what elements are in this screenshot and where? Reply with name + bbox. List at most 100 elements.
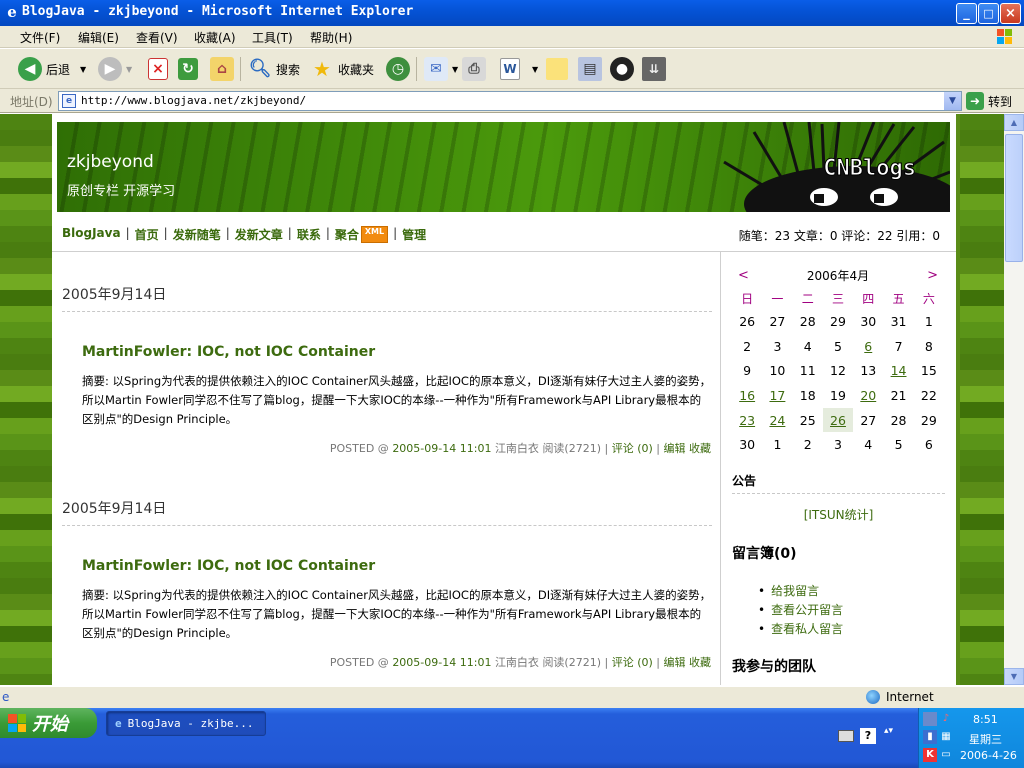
menu-edit[interactable]: 编辑(E) bbox=[78, 29, 119, 46]
start-button[interactable]: 开始 bbox=[0, 708, 97, 738]
address-url[interactable]: http://www.blogjava.net/zkjbeyond/ bbox=[81, 94, 306, 107]
divider bbox=[62, 525, 712, 526]
battery-icon[interactable]: ▮ bbox=[923, 730, 937, 744]
research-button[interactable]: ▤ bbox=[578, 55, 602, 83]
calendar-day: 12 bbox=[830, 363, 846, 379]
forward-button[interactable]: ▶ ▼ bbox=[98, 55, 132, 83]
menu-help[interactable]: 帮助(H) bbox=[310, 29, 352, 46]
background-tile bbox=[32, 274, 48, 290]
discuss-button[interactable] bbox=[546, 55, 568, 83]
menu-favorites[interactable]: 收藏(A) bbox=[194, 29, 236, 46]
post-title[interactable]: MartinFowler: IOC, not IOC Container bbox=[82, 558, 375, 574]
search-button[interactable]: 🔍︎ 搜索 bbox=[248, 55, 300, 83]
calendar-day-link[interactable]: 20 bbox=[853, 383, 883, 408]
nav-admin[interactable]: 管理 bbox=[402, 226, 426, 243]
background-tile bbox=[0, 466, 16, 482]
post-comments-link[interactable]: 评论 (0) bbox=[612, 442, 653, 455]
guestbook-public[interactable]: 查看公开留言 bbox=[758, 601, 843, 618]
monitor-icon[interactable]: ▭ bbox=[939, 748, 953, 762]
history-button[interactable]: ◷ bbox=[386, 55, 410, 83]
edit-word-button[interactable]: W ▼ bbox=[500, 55, 538, 83]
mail-button[interactable]: ✉ ▼ bbox=[424, 55, 458, 83]
background-tile bbox=[992, 162, 1004, 178]
xml-badge[interactable]: XML bbox=[360, 226, 389, 243]
grid-icon[interactable]: ▦ bbox=[939, 730, 953, 744]
help-icon[interactable]: ? bbox=[860, 728, 876, 744]
post-time-link[interactable]: 2005-09-14 11:01 bbox=[392, 442, 491, 455]
calendar-day-today[interactable]: 26 bbox=[822, 407, 854, 433]
page-viewport[interactable]: zkjbeyond 原创专栏 开源学习 CNBlogs BlogJava | 首页… bbox=[0, 114, 1004, 685]
network-icon[interactable] bbox=[923, 712, 937, 726]
background-tile bbox=[960, 274, 976, 290]
background-tile bbox=[960, 546, 976, 562]
background-tile bbox=[976, 130, 992, 146]
calendar-day-link[interactable]: 23 bbox=[732, 408, 762, 433]
calendar-day-link[interactable]: 14 bbox=[883, 358, 913, 383]
print-button[interactable]: ⎙ bbox=[462, 55, 486, 83]
divider bbox=[62, 311, 712, 312]
tray-expand-icon[interactable]: ▴▾ bbox=[884, 726, 893, 736]
messenger-button[interactable]: ● bbox=[610, 55, 634, 83]
post-title[interactable]: MartinFowler: IOC, not IOC Container bbox=[82, 344, 375, 360]
menu-file[interactable]: 文件(F) bbox=[20, 29, 60, 46]
scroll-thumb[interactable] bbox=[1005, 134, 1023, 262]
vertical-scrollbar[interactable]: ▲ ▼ bbox=[1004, 114, 1024, 685]
extra-button[interactable]: ⇊ bbox=[642, 55, 666, 83]
window-title-bar[interactable]: e BlogJava - zkjbeyond - Microsoft Inter… bbox=[0, 0, 1024, 26]
calendar-day-link[interactable]: 24 bbox=[762, 408, 792, 433]
stop-button[interactable]: × bbox=[148, 55, 168, 83]
background-tile bbox=[0, 210, 16, 226]
post-fav-link[interactable]: 收藏 bbox=[689, 442, 711, 455]
nav-blogjava[interactable]: BlogJava bbox=[62, 226, 121, 243]
taskbar-task-ie[interactable]: e BlogJava - zkjbe... bbox=[106, 711, 266, 736]
guestbook-private[interactable]: 查看私人留言 bbox=[758, 620, 843, 637]
background-tile bbox=[16, 514, 32, 530]
go-button[interactable]: ➜ 转到 bbox=[966, 91, 1012, 111]
refresh-button[interactable]: ↻ bbox=[178, 55, 198, 83]
calendar-weekday: 二 bbox=[801, 291, 814, 306]
keyboard-icon[interactable] bbox=[838, 730, 854, 742]
nav-home[interactable]: 首页 bbox=[135, 226, 159, 243]
background-tile bbox=[0, 658, 16, 674]
calendar-next-link[interactable]: > bbox=[927, 268, 938, 283]
home-button[interactable]: ⌂ bbox=[210, 55, 234, 83]
background-tile bbox=[992, 466, 1004, 482]
scroll-down-icon[interactable]: ▼ bbox=[1004, 668, 1024, 685]
calendar-day-link[interactable]: 6 bbox=[853, 334, 883, 359]
ie-logo-icon: e bbox=[115, 717, 122, 730]
address-input[interactable]: e http://www.blogjava.net/zkjbeyond/ ▼ bbox=[58, 91, 962, 111]
post-comments-link[interactable]: 评论 (0) bbox=[612, 656, 653, 669]
post-edit-link[interactable]: 编辑 bbox=[664, 656, 686, 669]
close-button[interactable]: × bbox=[1000, 3, 1021, 24]
post-fav-link[interactable]: 收藏 bbox=[689, 656, 711, 669]
maximize-button[interactable]: □ bbox=[978, 3, 999, 24]
calendar-day-link[interactable]: 16 bbox=[732, 383, 762, 408]
sound-icon[interactable]: ♪ bbox=[939, 712, 953, 726]
itsun-stats-link[interactable]: [ITSUN统计] bbox=[732, 506, 945, 523]
scroll-up-icon[interactable]: ▲ bbox=[1004, 114, 1024, 131]
blog-name[interactable]: zkjbeyond bbox=[67, 152, 154, 172]
minimize-button[interactable]: _ bbox=[956, 3, 977, 24]
calendar-day-link[interactable]: 17 bbox=[762, 383, 792, 408]
background-tile bbox=[960, 258, 976, 274]
background-tile bbox=[960, 354, 976, 370]
background-tile bbox=[32, 290, 48, 306]
nav-contact[interactable]: 联系 bbox=[297, 226, 321, 243]
background-tile bbox=[960, 418, 976, 434]
address-dropdown-chevron-icon[interactable]: ▼ bbox=[944, 92, 961, 110]
guestbook-leave-message[interactable]: 给我留言 bbox=[758, 582, 819, 599]
background-tile bbox=[960, 610, 976, 626]
calendar-weekday: 四 bbox=[862, 291, 875, 306]
k-app-icon[interactable]: K bbox=[923, 748, 937, 762]
back-button[interactable]: ◀ 后退 ▼ bbox=[18, 55, 86, 83]
nav-new-post[interactable]: 发新随笔 bbox=[173, 226, 221, 243]
background-tile bbox=[0, 674, 16, 685]
nav-new-article[interactable]: 发新文章 bbox=[235, 226, 283, 243]
menu-tools[interactable]: 工具(T) bbox=[252, 29, 293, 46]
post-edit-link[interactable]: 编辑 bbox=[664, 442, 686, 455]
nav-syndication[interactable]: 聚合 bbox=[335, 226, 359, 243]
menu-view[interactable]: 查看(V) bbox=[136, 29, 178, 46]
favorites-button[interactable]: ★ 收藏夹 bbox=[310, 55, 374, 83]
post-time-link[interactable]: 2005-09-14 11:01 bbox=[392, 656, 491, 669]
calendar-day: 27 bbox=[860, 412, 877, 428]
